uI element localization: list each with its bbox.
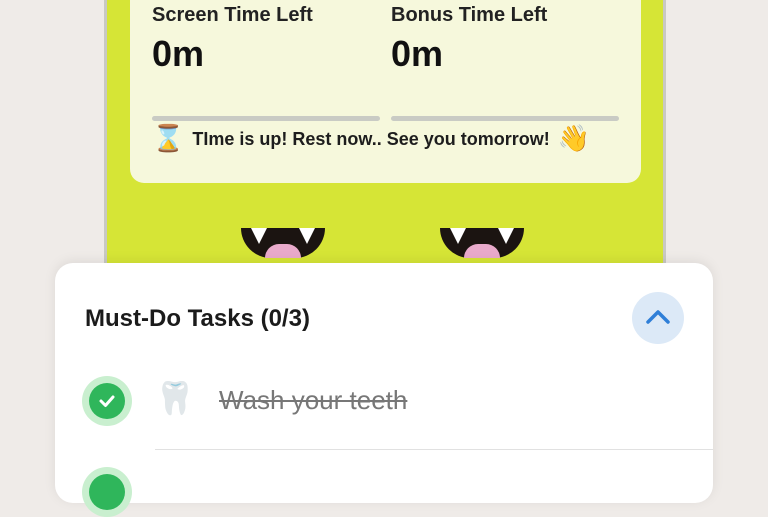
time-up-text: TIme is up! Rest now.. See you tomorrow!	[192, 128, 550, 149]
tasks-title: Must-Do Tasks (0/3)	[85, 305, 310, 332]
screen-time-label: Screen Time Left	[152, 4, 313, 26]
task-label-wash-teeth[interactable]: Wash your teeth	[219, 385, 407, 416]
time-up-message: ⌛ TIme is up! Rest now.. See you tomorro…	[152, 124, 590, 154]
screen-time-value: 0m	[152, 33, 205, 74]
hourglass-icon: ⌛	[152, 124, 185, 154]
collapse-tasks-button[interactable]	[632, 292, 684, 344]
bonus-time-value: 0m	[391, 33, 444, 74]
task-divider	[155, 449, 713, 450]
tooth-icon: 🦷	[155, 379, 195, 417]
checkmark-glyph	[99, 395, 115, 407]
check-icon	[89, 383, 125, 419]
bonus-time-stat: Bonus Time Left 0m	[391, 4, 619, 121]
timer-card: Screen Time Left 0m Bonus Time Left 0m ⌛…	[130, 0, 641, 183]
must-do-tasks-sheet: Must-Do Tasks (0/3) 🦷 Wash your teeth	[55, 263, 713, 517]
screen-time-progress-bar	[152, 116, 380, 121]
bonus-time-label: Bonus Time Left	[391, 4, 548, 26]
monster-mouth-decoration	[440, 228, 524, 258]
monster-mouth-decoration	[241, 228, 325, 258]
chevron-up-icon	[646, 310, 670, 324]
check-icon	[89, 474, 125, 510]
task-checkbox-next[interactable]	[82, 467, 132, 517]
waving-hand-icon: 👋	[557, 124, 591, 154]
bonus-time-progress-bar	[391, 116, 619, 121]
screen-time-stat: Screen Time Left 0m	[152, 4, 380, 121]
monster-tongue	[265, 244, 301, 258]
monster-tongue	[464, 244, 500, 258]
task-checkbox-completed[interactable]	[82, 376, 132, 426]
